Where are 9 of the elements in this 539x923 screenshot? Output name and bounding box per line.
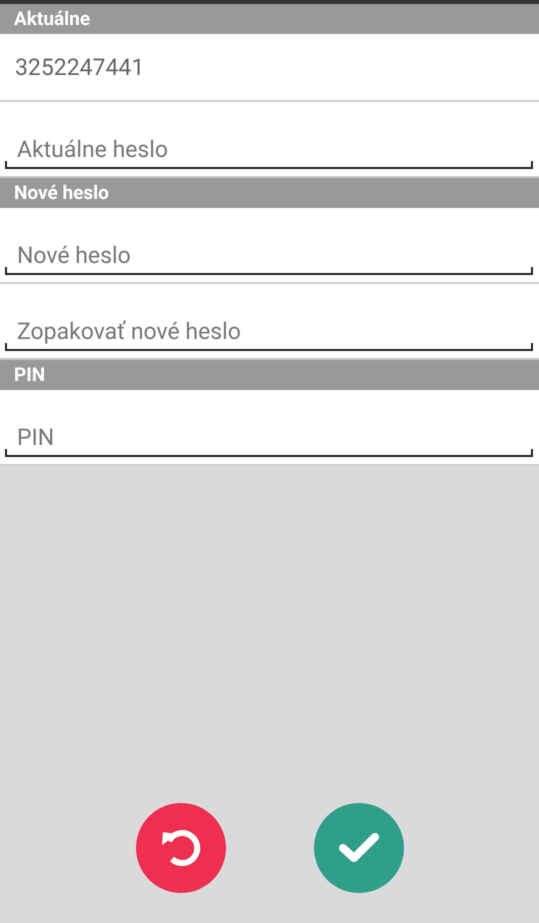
account-number: 3252247441 [0, 34, 539, 100]
section-header: Nové heslo [0, 178, 539, 208]
section-header: PIN [0, 360, 539, 390]
input-row[interactable]: Aktuálne heslo [0, 102, 539, 176]
check-icon [338, 831, 380, 865]
input-row[interactable]: Zopakovať nové heslo [0, 284, 539, 358]
input-row[interactable]: PIN [0, 390, 539, 464]
input-row[interactable]: Nové heslo [0, 208, 539, 282]
section-header: Aktuálne [0, 4, 539, 34]
